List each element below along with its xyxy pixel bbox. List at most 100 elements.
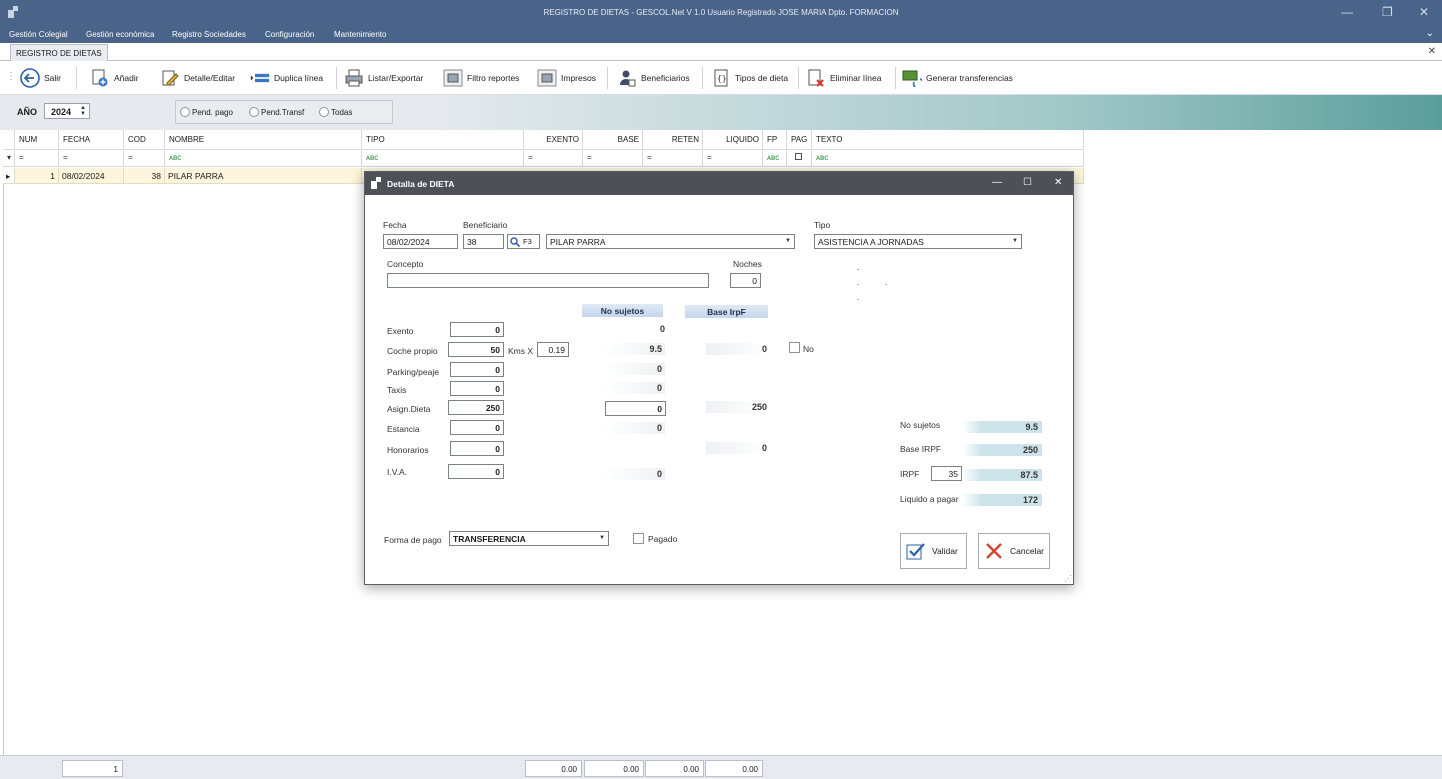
tab-strip: REGISTRO DE DIETAS ✕ — [0, 43, 1442, 61]
impresos-button[interactable]: Impresos — [537, 67, 596, 89]
asign-no-sujetos-input[interactable]: 0 — [605, 401, 666, 416]
filter-cell-exento[interactable]: = — [524, 151, 583, 167]
column-header-pag[interactable]: PAG — [787, 130, 812, 150]
exento-input[interactable]: 0 — [450, 322, 504, 337]
noches-input[interactable]: 0 — [730, 273, 761, 288]
tipo-value: ASISTENCIA A JORNADAS — [818, 237, 924, 247]
beneficiario-name-combo[interactable]: PILAR PARRA ▼ — [546, 234, 795, 249]
irpf-percent-input[interactable]: 35 — [931, 466, 962, 481]
resize-grip-icon[interactable]: ⋰ — [1064, 574, 1072, 583]
tipos-dieta-button[interactable]: {} Tipos de dieta — [711, 67, 788, 89]
column-header-liquido[interactable]: LIQUIDO — [703, 130, 763, 150]
beneficiarios-label: Beneficiarios — [641, 73, 690, 83]
column-header-num[interactable]: NUM — [15, 130, 59, 150]
cancelar-button[interactable]: Cancelar — [978, 533, 1050, 569]
column-header-reten[interactable]: RETEN — [643, 130, 703, 150]
concepto-input[interactable] — [387, 273, 709, 288]
detalle-editar-button[interactable]: Detalle/Editar — [160, 67, 235, 89]
filter-cell-base[interactable]: = — [583, 151, 643, 167]
search-beneficiario-button[interactable]: F3 — [507, 234, 540, 249]
honorarios-label: Honorarios — [387, 445, 429, 455]
cell-fecha[interactable]: 08/02/2024 — [59, 168, 124, 184]
forma-pago-value: TRANSFERENCIA — [453, 534, 526, 544]
filter-cell-texto[interactable]: ᴀʙc — [812, 151, 1084, 167]
toolbar-separator — [336, 67, 337, 89]
minimize-button[interactable]: — — [1341, 5, 1353, 19]
kms-rate-input[interactable]: 0.19 — [537, 342, 569, 357]
menu-gestion-colegial[interactable]: Gestión Colegial — [9, 30, 68, 39]
asign-dieta-input[interactable]: 250 — [448, 400, 504, 415]
restore-button[interactable]: ❐ — [1382, 5, 1393, 19]
column-header-base[interactable]: BASE — [583, 130, 643, 150]
radio-pend-pago[interactable]: Pend. pago — [180, 107, 233, 117]
coche-propio-input[interactable]: 50 — [448, 342, 504, 357]
beneficiario-label: Beneficiario — [463, 220, 508, 230]
column-header-exento[interactable]: EXENTO — [524, 130, 583, 150]
filter-cell-fp[interactable]: ᴀʙc — [763, 151, 787, 167]
beneficiarios-button[interactable]: Beneficiarios — [617, 67, 690, 89]
column-header-cod[interactable]: COD — [124, 130, 165, 150]
radio-pend-transf[interactable]: Pend.Transf — [249, 107, 304, 117]
filter-cell-fecha[interactable]: = — [59, 151, 124, 167]
filter-row-icon[interactable]: ▾ — [3, 151, 15, 167]
dialog-maximize-button[interactable]: ☐ — [1023, 177, 1032, 188]
forma-pago-combo[interactable]: TRANSFERENCIA ▼ — [449, 531, 609, 546]
generar-transferencias-button[interactable]: Generar transferencias — [902, 67, 1013, 89]
dialog-minimize-button[interactable]: — — [992, 177, 1002, 188]
cell-num[interactable]: 1 — [15, 168, 59, 184]
close-tab-icon[interactable]: ✕ — [1428, 46, 1436, 57]
filter-cell-nombre[interactable]: ᴀʙc — [165, 151, 362, 167]
chevron-down-icon: ▼ — [785, 238, 791, 244]
listar-exportar-button[interactable]: Listar/Exportar — [344, 67, 423, 89]
filter-cell-liquido[interactable]: = — [703, 151, 763, 167]
column-header-fp[interactable]: FP — [763, 130, 787, 150]
total-base-irpf-label: Base IRPF — [900, 444, 942, 454]
dialog-close-button[interactable]: ✕ — [1054, 177, 1062, 188]
filter-cell-tipo[interactable]: ᴀʙc — [362, 151, 524, 167]
honorarios-input[interactable]: 0 — [450, 441, 504, 456]
cell-nombre[interactable]: PILAR PARRA — [165, 168, 362, 184]
eliminar-linea-button[interactable]: Eliminar línea — [806, 67, 882, 89]
menu-registro-sociedades[interactable]: Registro Sociedades — [172, 30, 246, 39]
menu-gestion-economica[interactable]: Gestión económica — [86, 30, 154, 39]
column-header-tipo[interactable]: TIPO — [362, 130, 524, 150]
column-header-texto[interactable]: TEXTO — [812, 130, 1084, 150]
app-icon — [371, 177, 381, 189]
toolbar: ⋮ Salir Añadir Detalle/Editar Duplica lí… — [0, 61, 1442, 95]
salir-button[interactable]: Salir — [20, 67, 61, 89]
dialog-title-bar[interactable]: Detalla de DIETA — ☐ ✕ — [365, 172, 1073, 195]
liquido-amount: 172 — [962, 494, 1042, 506]
filter-cell-pag[interactable] — [787, 151, 812, 167]
menu-mantenimiento[interactable]: Mantenimiento — [334, 30, 386, 39]
search-icon — [510, 236, 520, 247]
parking-input[interactable]: 0 — [450, 362, 504, 377]
menu-configuracion[interactable]: Configuración — [265, 30, 314, 39]
filter-cell-cod[interactable]: = — [124, 151, 165, 167]
duplica-linea-button[interactable]: Duplica línea — [250, 67, 323, 89]
estancia-input[interactable]: 0 — [450, 420, 504, 435]
iva-input[interactable]: 0 — [448, 464, 504, 479]
year-spinner[interactable]: 2024 ▲ ▼ — [44, 103, 90, 119]
validar-button[interactable]: Validar — [900, 533, 967, 569]
pagado-checkbox[interactable] — [633, 533, 644, 544]
cell-cod[interactable]: 38 — [124, 168, 165, 184]
toolbar-separator — [895, 67, 896, 89]
column-header-fecha[interactable]: FECHA — [59, 130, 124, 150]
tab-registro-dietas[interactable]: REGISTRO DE DIETAS — [10, 44, 108, 61]
radio-todas[interactable]: Todas — [319, 107, 352, 117]
beneficiario-code-input[interactable]: 38 — [463, 234, 504, 249]
filter-cell-num[interactable]: = — [15, 151, 59, 167]
no-checkbox[interactable] — [789, 342, 800, 353]
filter-cell-reten[interactable]: = — [643, 151, 703, 167]
taxis-input[interactable]: 0 — [450, 381, 504, 396]
chevron-down-icon[interactable]: ⌄ — [1426, 28, 1434, 39]
checkmark-icon — [906, 543, 925, 560]
filtro-reportes-button[interactable]: Filtro reportes — [443, 67, 519, 89]
close-window-button[interactable]: ✕ — [1419, 5, 1429, 19]
column-header-nombre[interactable]: NOMBRE — [165, 130, 362, 150]
fecha-input[interactable]: 08/02/2024 — [383, 234, 458, 249]
anadir-button[interactable]: Añadir — [90, 67, 139, 89]
tipo-combo[interactable]: ASISTENCIA A JORNADAS ▼ — [814, 234, 1022, 249]
asign-dieta-label: Asign.Dieta — [387, 404, 431, 414]
spinner-arrows-icon[interactable]: ▲ ▼ — [80, 105, 86, 117]
